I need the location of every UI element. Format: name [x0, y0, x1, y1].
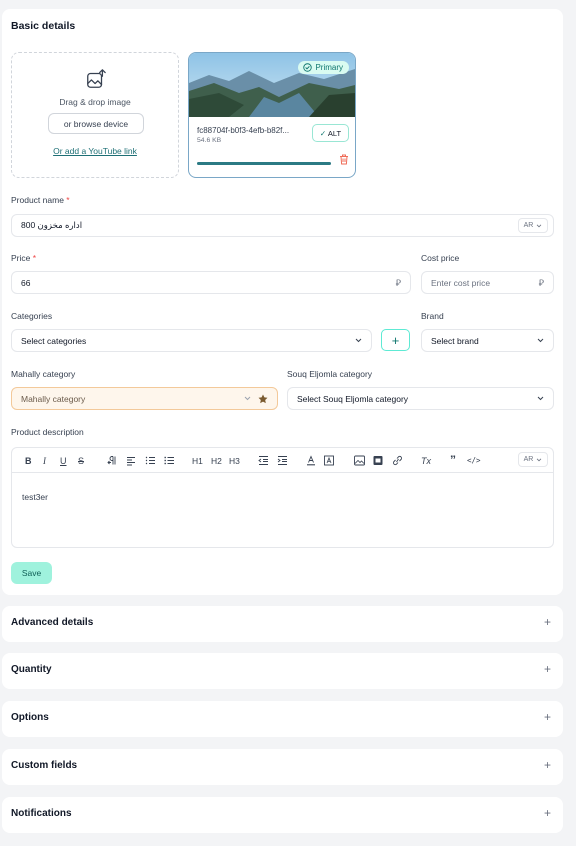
- section-quantity[interactable]: Quantity +: [2, 653, 563, 689]
- expand-plus-icon[interactable]: +: [544, 758, 551, 772]
- heading-2-button[interactable]: H2: [211, 454, 222, 467]
- image-upload-icon: [87, 69, 106, 88]
- description-content[interactable]: test3er: [22, 492, 48, 502]
- souq-category-value: Select Souq Eljomla category: [297, 393, 409, 404]
- check-icon: ✓: [319, 128, 327, 138]
- section-custom-fields[interactable]: Custom fields +: [2, 749, 563, 785]
- section-title: Quantity: [11, 664, 52, 675]
- description-editor[interactable]: B I U S H1 H2 H3 Tx ” </> AR test3er: [11, 447, 554, 548]
- chevron-down-icon: [537, 458, 542, 461]
- price-label: Price *: [11, 253, 37, 263]
- blockquote-button[interactable]: ”: [450, 453, 456, 467]
- primary-badge-label: Primary: [315, 63, 343, 72]
- link-icon[interactable]: [392, 454, 403, 467]
- souq-category-select[interactable]: Select Souq Eljomla category: [287, 387, 554, 410]
- language-label: AR: [523, 456, 534, 463]
- code-button[interactable]: </>: [467, 454, 481, 467]
- brand-select[interactable]: Select brand: [421, 329, 554, 352]
- expand-plus-icon[interactable]: +: [544, 615, 551, 629]
- check-circle-icon: [303, 63, 313, 72]
- section-title: Options: [11, 712, 49, 723]
- section-advanced-details[interactable]: Advanced details +: [2, 606, 563, 642]
- youtube-link[interactable]: Or add a YouTube link: [12, 146, 178, 156]
- trash-icon[interactable]: [339, 154, 349, 165]
- currency-icon: ⃁: [395, 278, 401, 288]
- image-filename: fc88704f-b0f3-4efb-b82f...: [197, 126, 290, 135]
- clear-format-button[interactable]: Tx: [421, 454, 431, 467]
- image-icon[interactable]: [354, 454, 365, 467]
- section-options[interactable]: Options +: [2, 701, 563, 737]
- image-filesize: 54.6 KB: [197, 137, 222, 144]
- chevron-down-icon: [537, 224, 542, 227]
- bullet-list-icon[interactable]: [164, 454, 174, 467]
- upload-progress-fill: [197, 162, 331, 165]
- save-button[interactable]: Save: [11, 562, 52, 584]
- mahally-category-label: Mahally category: [11, 369, 76, 379]
- brand-value: Select brand: [431, 335, 479, 346]
- plus-icon: +: [391, 332, 400, 348]
- drag-drop-text: Drag & drop image: [59, 97, 131, 107]
- expand-plus-icon[interactable]: +: [544, 662, 551, 676]
- upload-progress-bar: [197, 162, 331, 165]
- product-name-label: Product name *: [11, 195, 70, 205]
- description-label: Product description: [11, 427, 84, 437]
- section-title: Notifications: [11, 808, 72, 819]
- italic-button[interactable]: I: [43, 454, 46, 467]
- highlight-color-icon[interactable]: [324, 454, 334, 467]
- section-notifications[interactable]: Notifications +: [2, 797, 563, 833]
- alt-text-button[interactable]: ✓ ALT: [312, 124, 349, 142]
- strikethrough-button[interactable]: S: [78, 454, 84, 467]
- ordered-list-icon[interactable]: [145, 454, 155, 467]
- cost-price-placeholder: Enter cost price: [431, 277, 491, 288]
- image-dropzone[interactable]: Drag & drop image or browse device Or ad…: [11, 52, 179, 178]
- paragraph-direction-icon[interactable]: [107, 454, 117, 467]
- add-category-button[interactable]: +: [381, 329, 410, 351]
- heading-3-button[interactable]: H3: [229, 454, 240, 467]
- cost-price-input[interactable]: Enter cost price ⃁: [421, 271, 554, 294]
- text-color-icon[interactable]: [306, 454, 316, 467]
- categories-value: Select categories: [21, 335, 87, 346]
- categories-select[interactable]: Select categories: [11, 329, 372, 352]
- mahally-category-value: Mahally category: [21, 393, 86, 404]
- currency-icon: ⃁: [538, 278, 544, 288]
- align-icon[interactable]: [126, 454, 136, 467]
- underline-button[interactable]: U: [60, 454, 67, 467]
- alt-label: ALT: [327, 128, 342, 138]
- section-title: Basic details: [11, 20, 76, 32]
- price-value: 66: [21, 277, 31, 288]
- outdent-icon[interactable]: [258, 454, 268, 467]
- chevron-down-icon: [355, 338, 362, 343]
- indent-icon[interactable]: [277, 454, 287, 467]
- star-icon[interactable]: [258, 394, 268, 404]
- souq-category-label: Souq Eljomla category: [287, 369, 373, 379]
- mahally-category-select[interactable]: Mahally category: [11, 387, 278, 410]
- section-title: Custom fields: [11, 760, 78, 771]
- uploaded-image-card[interactable]: Primary fc88704f-b0f3-4efb-b82f... 54.6 …: [188, 52, 356, 178]
- product-name-input[interactable]: اداره مخزون 800 AR: [11, 214, 554, 237]
- expand-plus-icon[interactable]: +: [544, 710, 551, 724]
- bold-button[interactable]: B: [25, 454, 32, 467]
- heading-1-button[interactable]: H1: [192, 454, 203, 467]
- expand-plus-icon[interactable]: +: [544, 806, 551, 820]
- editor-toolbar: B I U S H1 H2 H3 Tx ” </> AR: [12, 448, 553, 473]
- chevron-down-icon: [537, 396, 544, 401]
- editor-language-select[interactable]: AR: [518, 452, 548, 467]
- language-select[interactable]: AR: [518, 218, 548, 233]
- language-label: AR: [523, 222, 534, 229]
- brand-label: Brand: [421, 311, 444, 321]
- browse-device-button[interactable]: or browse device: [48, 113, 144, 134]
- chevron-down-icon: [244, 396, 251, 401]
- cost-price-label: Cost price: [421, 253, 460, 263]
- categories-label: Categories: [11, 311, 53, 321]
- primary-badge: Primary: [298, 61, 349, 74]
- chevron-down-icon: [537, 338, 544, 343]
- section-title: Advanced details: [11, 617, 94, 628]
- price-input[interactable]: 66 ⃁: [11, 271, 411, 294]
- basic-details-card: Basic details Drag & drop image or brows…: [2, 9, 563, 595]
- video-icon[interactable]: [373, 454, 383, 467]
- product-name-value: اداره مخزون 800: [21, 220, 83, 230]
